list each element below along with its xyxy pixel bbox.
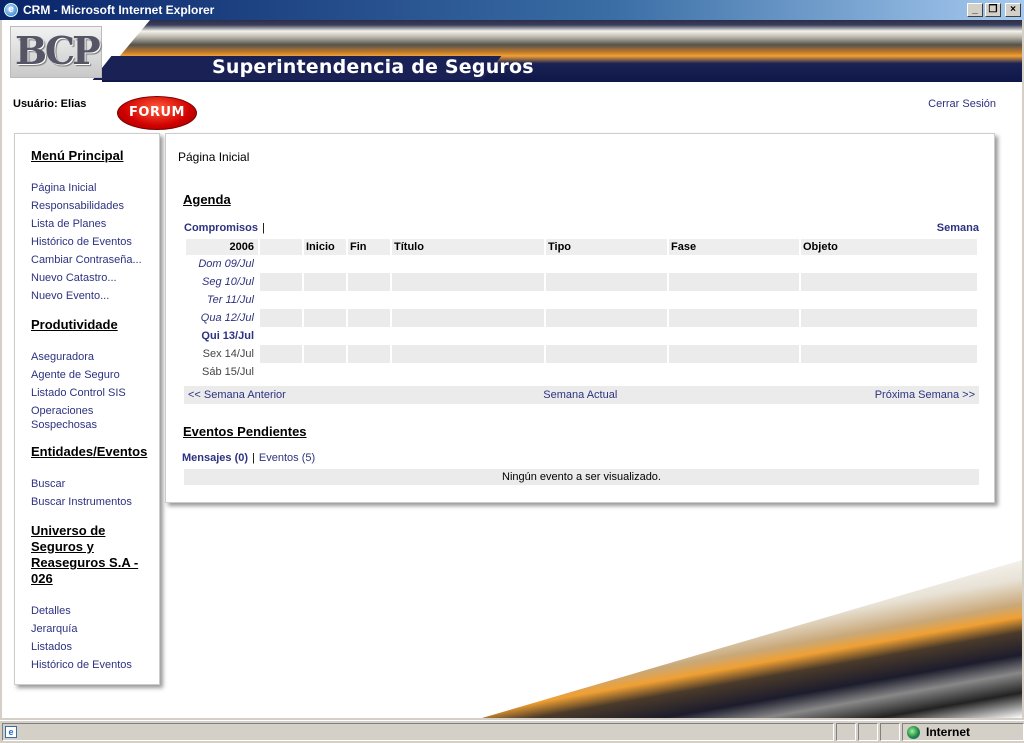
table-row: Ter 11/Jul [186, 291, 977, 309]
eventos-heading: Eventos Pendientes [183, 424, 307, 439]
browser-window: e CRM - Microsoft Internet Explorer _ ❐ … [0, 0, 1024, 743]
page-viewport: Superintendencia de Seguros BCP Usuário:… [2, 20, 1022, 718]
close-button[interactable]: × [1005, 3, 1021, 17]
tab-eventos[interactable]: Eventos (5) [259, 452, 315, 464]
menu-heading: Produtividade [31, 317, 118, 332]
week-navigation: << Semana Anterior Semana Actual Próxima… [184, 386, 979, 404]
menu-heading: Menú Principal [31, 148, 124, 163]
day-link-today[interactable]: Qui 13/Jul [186, 327, 258, 345]
window-title: CRM - Microsoft Internet Explorer [23, 3, 215, 17]
menu-item-lista-planes[interactable]: Lista de Planes [31, 215, 159, 233]
main-panel: Página Inicial Agenda Compromisos | Seman… [165, 133, 995, 503]
menu-item-jerarquia[interactable]: Jerarquía [31, 620, 159, 638]
status-text-pane: e [2, 723, 834, 741]
ie-icon: e [4, 3, 18, 17]
menu-heading: Entidades/Eventos [31, 444, 148, 459]
column-header-titulo: Título [392, 239, 544, 255]
next-week-link[interactable]: Próxima Semana >> [875, 389, 975, 401]
sidebar-menu: Menú Principal Página Inicial Responsabi… [14, 133, 160, 685]
column-header-inicio: Inicio [304, 239, 346, 255]
title-bar[interactable]: e CRM - Microsoft Internet Explorer _ ❐ … [0, 0, 1024, 20]
day-link[interactable]: Sex 14/Jul [186, 345, 258, 363]
column-header-objeto: Objeto [801, 239, 977, 255]
menu-heading: Universo de Seguros y Reaseguros S.A - 0… [31, 523, 139, 586]
table-header-row: 2006 Inicio Fin Título Tipo Fase Objeto [186, 239, 977, 255]
menu-item-responsabilidades[interactable]: Responsabilidades [31, 197, 159, 215]
column-header-tipo: Tipo [546, 239, 667, 255]
agenda-heading: Agenda [183, 192, 231, 207]
status-pane [880, 723, 900, 741]
table-row: Seg 10/Jul [186, 273, 977, 291]
tab-compromisos[interactable]: Compromisos [184, 222, 258, 234]
menu-item-cambiar-contrasena[interactable]: Cambiar Contraseña... [31, 251, 159, 269]
day-link[interactable]: Qua 12/Jul [186, 309, 258, 327]
menu-item-historico-eventos[interactable]: Histórico de Eventos [31, 233, 159, 251]
agenda-table: 2006 Inicio Fin Título Tipo Fase Objeto … [184, 239, 979, 381]
status-pane [858, 723, 878, 741]
empty-events-message: Ningún evento a ser visualizado. [184, 469, 979, 485]
day-link[interactable]: Sáb 15/Jul [186, 363, 258, 381]
menu-item-nuevo-evento[interactable]: Nuevo Evento... [31, 287, 159, 305]
column-header-year: 2006 [186, 239, 258, 255]
tab-separator: | [261, 222, 265, 234]
menu-item-historico-eventos[interactable]: Histórico de Eventos [31, 656, 159, 674]
menu-item-operaciones-sospechosas[interactable]: Operaciones Sospechosas [31, 404, 111, 432]
tab-mensajes[interactable]: Mensajes (0) [182, 452, 248, 464]
column-header-blank [260, 239, 302, 255]
menu-group-produtividade: Produtividade Aseguradora Agente de Segu… [31, 317, 159, 432]
menu-item-buscar-instrumentos[interactable]: Buscar Instrumentos [31, 493, 159, 511]
globe-icon [907, 725, 920, 739]
menu-group-principal: Menú Principal Página Inicial Responsabi… [31, 148, 159, 305]
events-tabs: Mensajes (0) | Eventos (5) [182, 452, 315, 464]
forum-button[interactable]: FORUM [117, 96, 197, 130]
table-row: Sex 14/Jul [186, 345, 977, 363]
semana-link[interactable]: Semana [937, 222, 979, 234]
table-row: Qua 12/Jul [186, 309, 977, 327]
menu-item-nuevo-catastro[interactable]: Nuevo Catastro... [31, 269, 159, 287]
tab-separator: | [252, 452, 255, 464]
logout-link[interactable]: Cerrar Sesión [928, 98, 996, 110]
menu-item-pagina-inicial[interactable]: Página Inicial [31, 179, 159, 197]
table-row: Dom 09/Jul [186, 255, 977, 273]
day-link[interactable]: Seg 10/Jul [186, 273, 258, 291]
current-week-link[interactable]: Semana Actual [543, 389, 617, 401]
table-row: Sáb 15/Jul [186, 363, 977, 381]
agenda-tabs: Compromisos | [184, 222, 269, 234]
security-zone-pane: Internet [902, 723, 1024, 741]
menu-item-agente-seguro[interactable]: Agente de Seguro [31, 366, 159, 384]
maximize-button[interactable]: ❐ [985, 3, 1001, 17]
status-pane [836, 723, 856, 741]
day-link[interactable]: Dom 09/Jul [186, 255, 258, 273]
user-label: Usuário: Elias [13, 98, 87, 110]
menu-group-entidades: Entidades/Eventos Buscar Buscar Instrume… [31, 444, 159, 511]
menu-item-detalles[interactable]: Detalles [31, 602, 159, 620]
previous-week-link[interactable]: << Semana Anterior [188, 389, 286, 401]
bcp-logo: BCP [10, 26, 102, 78]
site-title: Superintendencia de Seguros [212, 56, 534, 78]
column-header-fin: Fin [348, 239, 390, 255]
menu-item-aseguradora[interactable]: Aseguradora [31, 348, 159, 366]
table-row: Qui 13/Jul [186, 327, 977, 345]
day-link[interactable]: Ter 11/Jul [186, 291, 258, 309]
decorative-pen-graphic [482, 560, 1022, 718]
minimize-button[interactable]: _ [967, 3, 983, 17]
column-header-fase: Fase [669, 239, 799, 255]
menu-item-listados[interactable]: Listados [31, 638, 159, 656]
site-header: Superintendencia de Seguros BCP [2, 20, 1022, 84]
menu-item-buscar[interactable]: Buscar [31, 475, 159, 493]
page-title: Página Inicial [178, 150, 250, 164]
menu-item-listado-control-sis[interactable]: Listado Control SIS [31, 384, 159, 402]
menu-group-universo: Universo de Seguros y Reaseguros S.A - 0… [31, 523, 159, 674]
status-bar: e Internet [0, 720, 1024, 743]
zone-label: Internet [926, 725, 971, 739]
page-icon: e [5, 726, 17, 738]
